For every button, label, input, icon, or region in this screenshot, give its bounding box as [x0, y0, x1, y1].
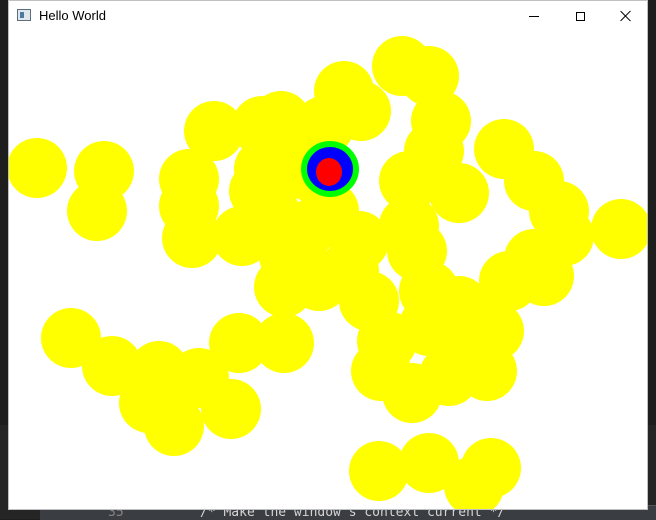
red-core	[316, 158, 342, 186]
close-icon	[620, 10, 632, 22]
yellow-circle	[461, 438, 521, 498]
yellow-circle	[319, 241, 379, 301]
title-bar[interactable]: Hello World	[9, 1, 647, 31]
maximize-button[interactable]	[557, 1, 603, 31]
scene-svg	[9, 36, 647, 509]
yellow-circle	[399, 296, 459, 356]
yellow-circle	[67, 181, 127, 241]
yellow-circle	[144, 396, 204, 456]
app-window: Hello World	[8, 0, 648, 510]
minimize-icon	[529, 15, 539, 17]
yellow-circle	[254, 313, 314, 373]
maximize-icon	[575, 11, 585, 21]
yellow-circle	[591, 199, 647, 259]
yellow-circle	[229, 161, 289, 221]
app-icon	[17, 9, 31, 21]
yellow-circle	[349, 441, 409, 501]
yellow-circle	[429, 163, 489, 223]
close-button[interactable]	[603, 1, 647, 31]
minimize-button[interactable]	[511, 1, 557, 31]
yellow-circle	[274, 201, 334, 261]
window-title: Hello World	[39, 8, 106, 23]
render-canvas[interactable]	[9, 31, 647, 509]
yellow-circle	[331, 81, 391, 141]
yellow-circle	[201, 379, 261, 439]
yellow-circle	[9, 138, 67, 198]
